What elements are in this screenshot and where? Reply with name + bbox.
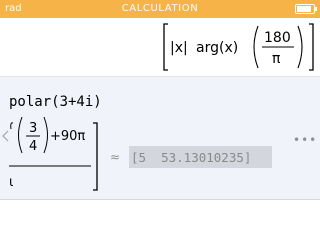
battery-level: [297, 6, 311, 12]
current-calculation[interactable]: polar(3+4i) 3 4 +90π ι ≈ [5 53.13010235]…: [0, 77, 320, 199]
outer-fraction-denominator: ι: [9, 175, 13, 190]
inner-right-paren: [43, 116, 48, 154]
exact-tail-text: +90π: [50, 129, 85, 144]
fraction-numerator: 180: [264, 30, 291, 46]
arg-x-text: arg(x): [196, 40, 238, 56]
previous-result-matrix: |x| arg(x) 180 π: [163, 23, 314, 71]
ellipsis-icon[interactable]: •••: [293, 133, 317, 147]
title-bar: rad CALCULATION: [0, 0, 320, 18]
previous-result[interactable]: |x| arg(x) 180 π: [0, 18, 320, 76]
battery-icon: [295, 4, 317, 14]
app-title: CALCULATION: [121, 3, 199, 14]
output-area: 3 4 +90π ι ≈ [5 53.13010235]: [2, 116, 272, 191]
matrix-right-bracket: [309, 23, 314, 71]
inner-fraction-numerator: 3: [29, 121, 37, 136]
matrix-left-bracket: [163, 23, 168, 71]
inner-fraction-denominator: 4: [29, 139, 37, 154]
inner-left-paren: [18, 116, 23, 154]
abs-x-text: |x|: [170, 40, 188, 56]
approx-value: [5 53.13010235]: [131, 150, 251, 165]
chevron-left-icon[interactable]: [2, 130, 9, 142]
right-paren: [297, 25, 303, 69]
empty-input-area[interactable]: [0, 200, 320, 240]
left-paren: [253, 25, 259, 69]
partial-function-stroke: [10, 122, 14, 130]
approx-symbol: ≈: [110, 150, 120, 164]
fraction-denominator: π: [272, 51, 281, 67]
exact-right-bracket: [93, 122, 98, 191]
